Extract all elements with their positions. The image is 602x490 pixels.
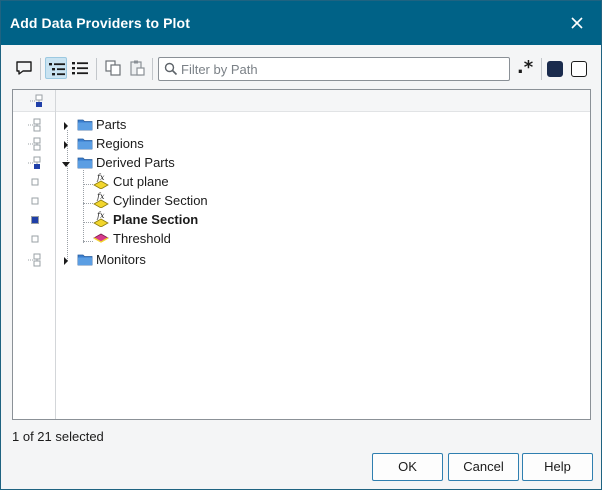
unchecked-box-icon[interactable]	[27, 193, 43, 209]
toolbar-separator	[40, 58, 41, 80]
toolbar-separator	[152, 58, 153, 80]
unchecked-box-icon[interactable]	[27, 174, 43, 190]
expand-arrow-icon[interactable]	[61, 138, 71, 149]
flat-list-icon	[72, 62, 88, 75]
tree-item-monitors[interactable]: Monitors	[13, 250, 590, 269]
tree-item-label: Regions	[96, 136, 144, 151]
tree-item-label: Parts	[96, 117, 127, 132]
partial-selected-check-icon[interactable]	[27, 155, 43, 171]
tree-item-derived-parts[interactable]: Derived Parts	[13, 153, 590, 172]
title-bar: Add Data Providers to Plot	[1, 1, 601, 45]
paste-button[interactable]	[126, 57, 148, 79]
cancel-button[interactable]: Cancel	[448, 453, 519, 481]
fx-plane-icon: fx	[93, 173, 109, 190]
folder-icon	[77, 116, 93, 132]
tree-item-parts[interactable]: Parts	[13, 115, 590, 134]
tree-item-threshold[interactable]: Threshold	[13, 229, 590, 248]
data-provider-tree: Parts Regions Derived Parts fx Cut plane…	[12, 89, 591, 420]
tree-item-regions[interactable]: Regions	[13, 134, 590, 153]
tree-item-plane-section[interactable]: fx Plane Section	[13, 210, 590, 229]
fx-plane-icon: fx	[93, 211, 109, 228]
folder-icon	[77, 251, 93, 267]
folder-icon	[77, 135, 93, 151]
dialog-title: Add Data Providers to Plot	[10, 15, 190, 31]
tree-view-button[interactable]	[45, 57, 67, 79]
expand-arrow-icon[interactable]	[61, 254, 71, 265]
clipboard-icon	[130, 60, 145, 76]
speech-bubble-icon	[16, 61, 32, 75]
tree-item-cut-plane[interactable]: fx Cut plane	[13, 172, 590, 191]
collapse-arrow-icon[interactable]	[61, 157, 71, 167]
filter-field[interactable]	[158, 57, 510, 81]
add-data-providers-dialog: Add Data Providers to Plot .*	[0, 0, 602, 490]
tree-item-label: Cut plane	[113, 174, 169, 189]
regex-toggle-button[interactable]: .*	[514, 57, 536, 81]
filled-square-icon	[549, 63, 561, 75]
toolbar-separator	[96, 58, 97, 80]
fx-plane-icon: fx	[93, 192, 109, 209]
copy-icon	[105, 60, 121, 76]
checked-box-icon[interactable]	[27, 212, 43, 228]
tree-item-cylinder-section[interactable]: fx Cylinder Section	[13, 191, 590, 210]
partial-check-icon[interactable]	[27, 117, 43, 133]
flat-list-button[interactable]	[69, 57, 91, 79]
search-icon	[164, 62, 178, 79]
threshold-icon	[93, 230, 109, 246]
folder-icon	[77, 154, 93, 170]
tree-header-row	[13, 90, 590, 112]
deselect-all-button[interactable]	[571, 61, 587, 77]
expand-arrow-icon[interactable]	[61, 119, 71, 130]
close-icon[interactable]	[567, 13, 587, 33]
selection-status: 1 of 21 selected	[12, 429, 104, 444]
tree-item-label: Cylinder Section	[113, 193, 208, 208]
select-all-button[interactable]	[547, 61, 563, 77]
comment-button[interactable]	[13, 57, 35, 79]
empty-square-icon	[572, 62, 584, 74]
svg-text:fx: fx	[96, 173, 105, 182]
filter-input[interactable]	[181, 60, 501, 78]
unchecked-box-icon[interactable]	[27, 231, 43, 247]
partial-check-icon[interactable]	[27, 252, 43, 268]
svg-text:fx: fx	[96, 211, 105, 220]
ok-button[interactable]: OK	[372, 453, 443, 481]
tree-list-icon	[49, 63, 65, 76]
copy-button[interactable]	[102, 57, 124, 79]
tree-item-label: Monitors	[96, 252, 146, 267]
svg-text:fx: fx	[96, 192, 105, 201]
partial-check-icon[interactable]	[27, 136, 43, 152]
help-button[interactable]: Help	[522, 453, 593, 481]
toolbar-separator	[541, 58, 542, 80]
tree-item-label: Threshold	[113, 231, 171, 246]
tree-item-label: Derived Parts	[96, 155, 175, 170]
tree-item-label: Plane Section	[113, 212, 199, 227]
